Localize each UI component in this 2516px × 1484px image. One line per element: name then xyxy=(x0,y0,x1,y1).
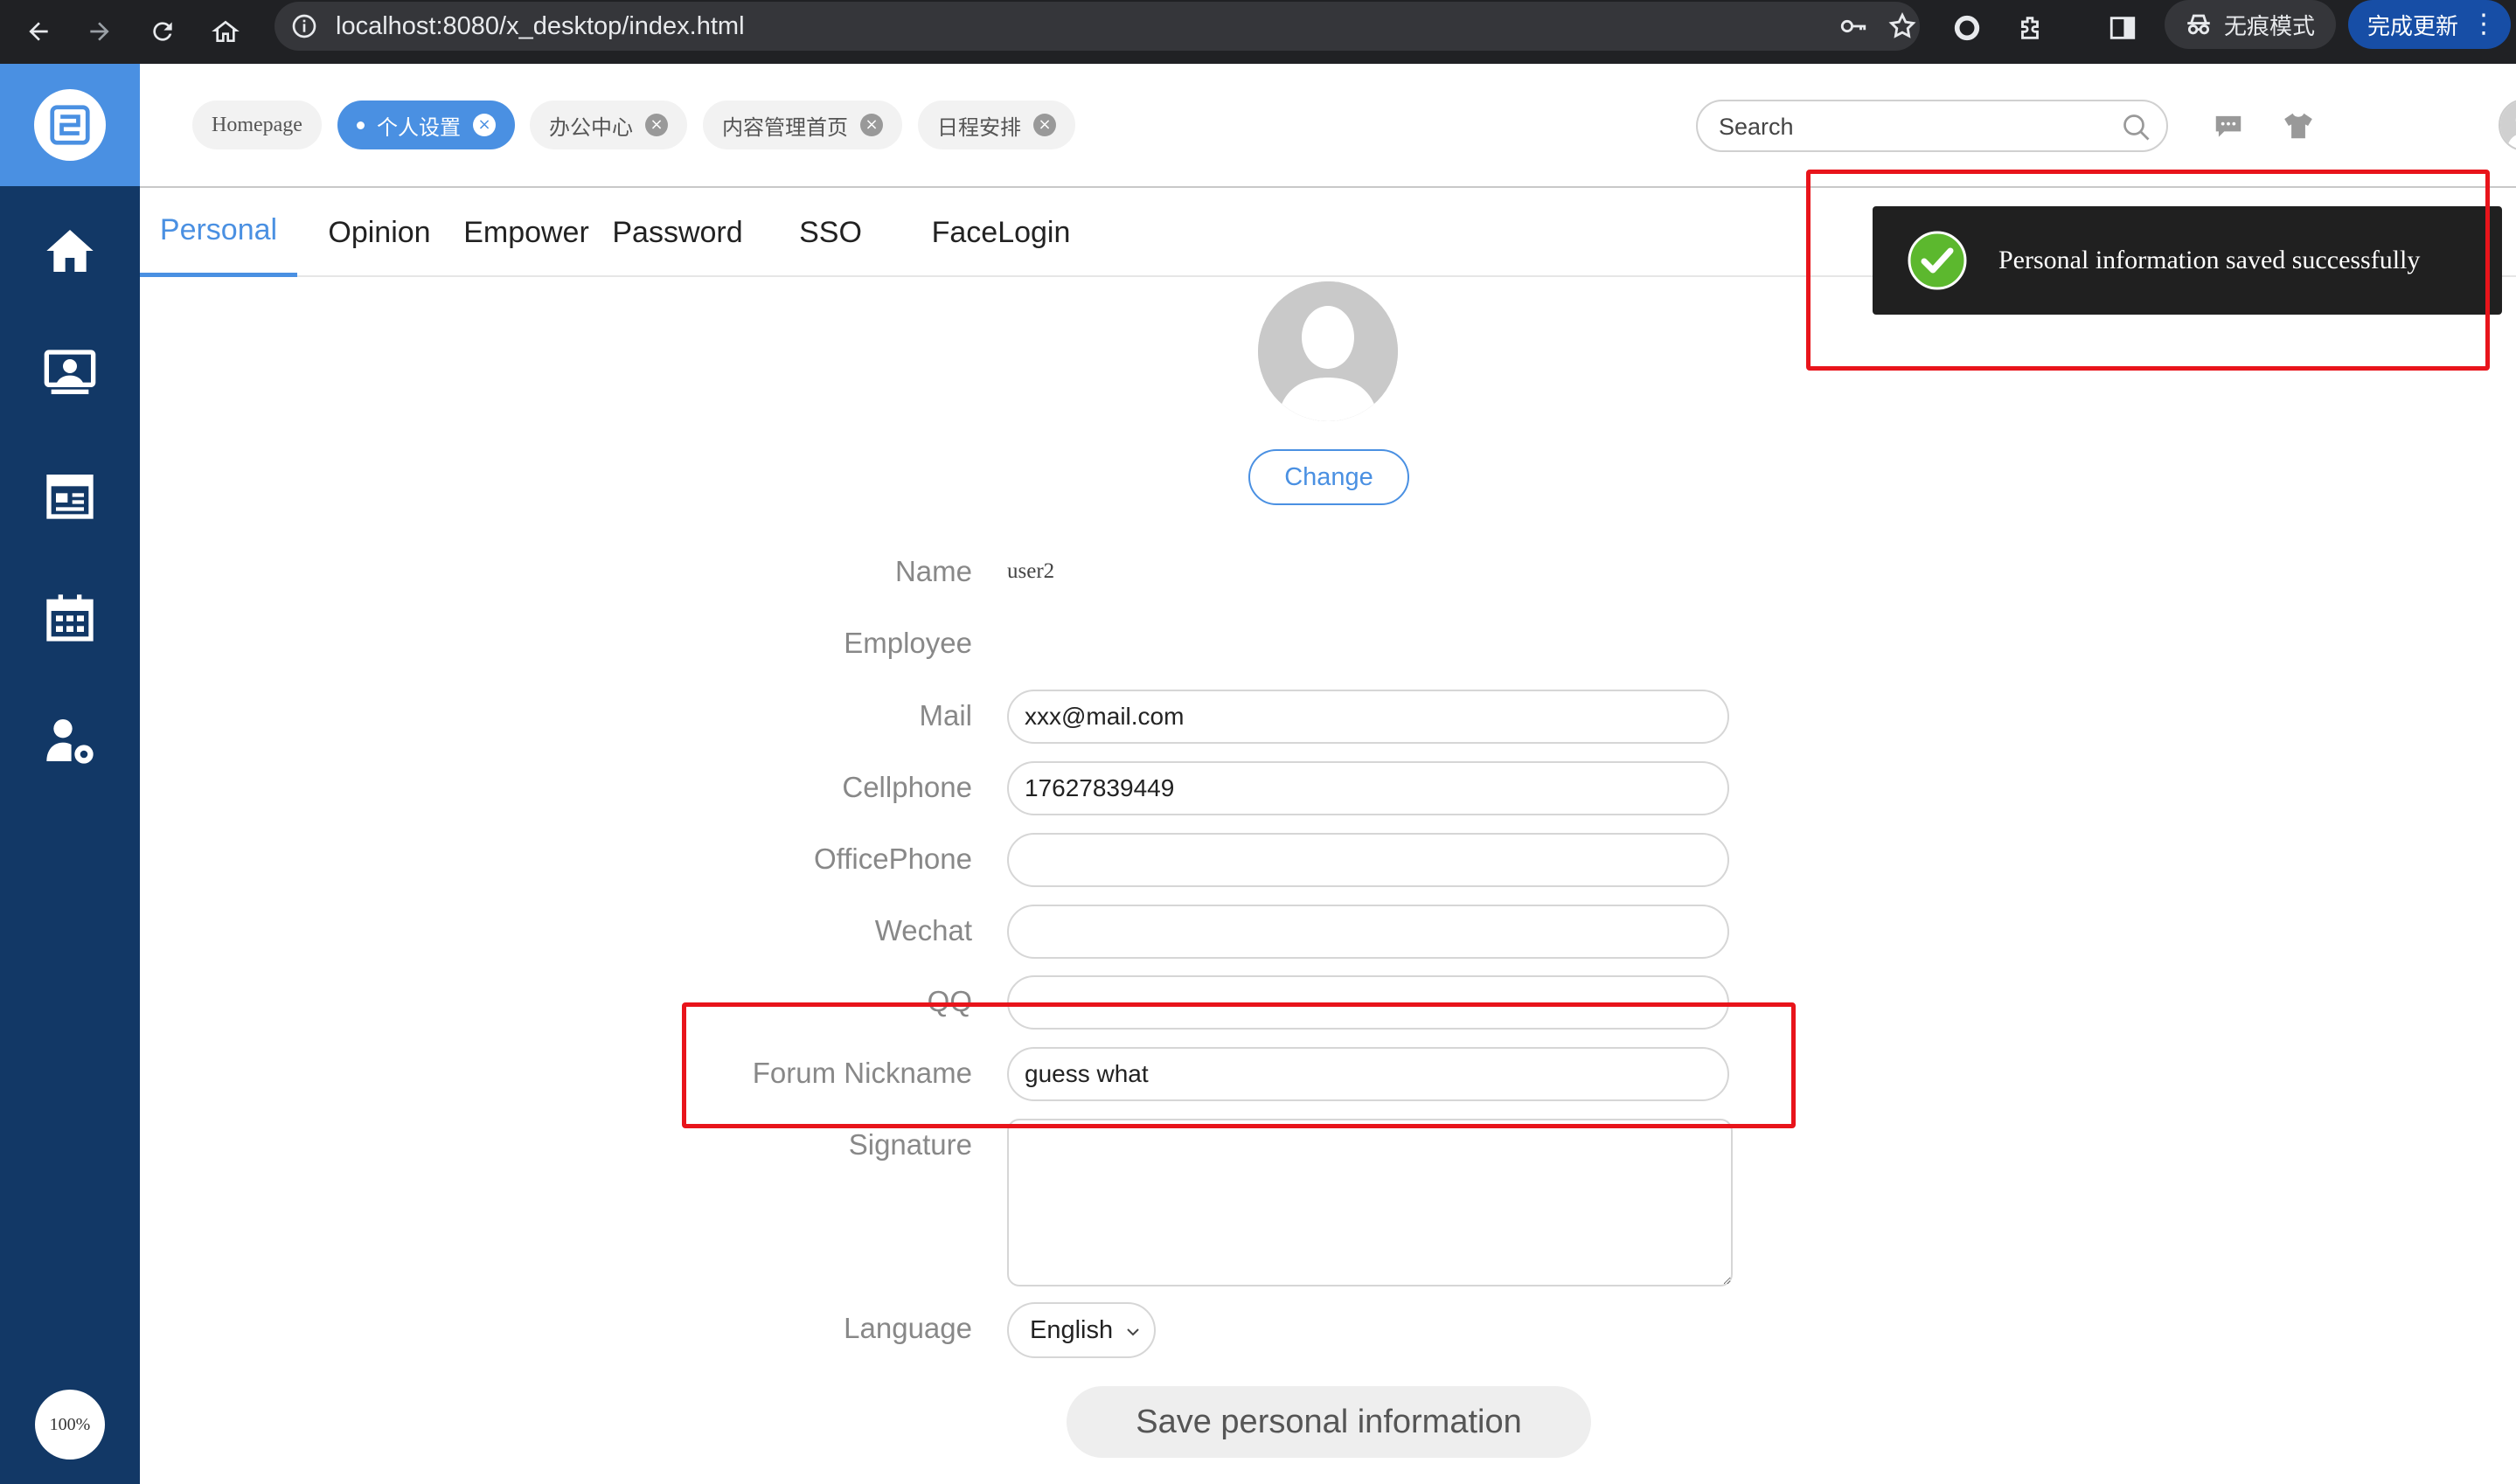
signature-field[interactable] xyxy=(1007,1119,1733,1286)
tab-empower[interactable]: Empower xyxy=(456,188,596,277)
record-icon[interactable] xyxy=(1944,5,1990,51)
tab-opinion[interactable]: Opinion xyxy=(315,188,444,277)
active-dot-icon xyxy=(357,121,365,129)
tab-chip-office-center[interactable]: 办公中心 × xyxy=(530,101,687,149)
avatar[interactable] xyxy=(2499,99,2516,151)
search-box[interactable] xyxy=(1696,100,2168,152)
incognito-indicator[interactable]: 无痕模式 xyxy=(2165,0,2336,49)
search-icon[interactable] xyxy=(2121,112,2152,143)
bookmark-star-icon[interactable] xyxy=(1880,3,1925,49)
update-button[interactable]: 完成更新 ⋮ xyxy=(2348,0,2511,49)
sidebar-item-calendar[interactable] xyxy=(0,565,140,670)
incognito-label: 无痕模式 xyxy=(2224,13,2316,40)
close-icon[interactable]: × xyxy=(860,114,883,136)
save-personal-info-button[interactable]: Save personal information xyxy=(1067,1386,1591,1458)
officephone-field[interactable] xyxy=(1007,833,1729,887)
success-check-icon xyxy=(1908,231,1967,290)
qq-field[interactable] xyxy=(1007,975,1729,1030)
app-logo[interactable] xyxy=(34,89,106,161)
sidebar-item-home[interactable] xyxy=(0,198,140,303)
o2-logo-icon xyxy=(50,105,90,145)
url-text[interactable]: localhost:8080/x_desktop/index.html xyxy=(336,9,745,44)
update-label: 完成更新 xyxy=(2367,13,2459,40)
close-icon[interactable]: × xyxy=(473,114,496,136)
presentation-user-icon xyxy=(44,350,96,394)
user-avatar-icon xyxy=(2500,101,2516,149)
close-icon[interactable]: × xyxy=(1033,114,1056,136)
tab-chip-label: 日程安排 xyxy=(937,116,1021,140)
back-icon[interactable] xyxy=(12,5,65,58)
tab-chip-label: 办公中心 xyxy=(549,116,633,140)
sidebar-item-meeting[interactable] xyxy=(0,321,140,426)
success-toast: Personal information saved successfully xyxy=(1873,206,2502,315)
cellphone-field[interactable] xyxy=(1007,761,1729,815)
user-gear-icon xyxy=(46,719,94,764)
language-label: Language xyxy=(844,1312,972,1344)
browser-toolbar: localhost:8080/x_desktop/index.html 无痕模式… xyxy=(0,0,2516,64)
address-bar[interactable]: localhost:8080/x_desktop/index.html xyxy=(275,2,1920,51)
top-header: Homepage 个人设置 × 办公中心 × 内容管理首页 × 日程安排 × u… xyxy=(140,64,2516,188)
sidebar-item-news[interactable] xyxy=(0,443,140,548)
default-avatar-icon xyxy=(1258,281,1398,421)
chevron-down-icon xyxy=(1127,1328,1139,1336)
close-icon[interactable]: × xyxy=(645,114,668,136)
more-menu-icon[interactable]: ⋮ xyxy=(2471,11,2497,38)
forum-nickname-field[interactable] xyxy=(1007,1047,1729,1101)
tab-chip-label: 内容管理首页 xyxy=(722,116,848,140)
skin-shirt-icon[interactable] xyxy=(2278,106,2318,146)
officephone-label: OfficePhone xyxy=(813,843,972,875)
calendar-icon xyxy=(46,594,94,641)
mail-field[interactable] xyxy=(1007,690,1729,744)
wechat-field[interactable] xyxy=(1007,905,1729,959)
extensions-icon[interactable] xyxy=(2007,5,2053,51)
side-panel-icon[interactable] xyxy=(2100,5,2145,51)
toast-message: Personal information saved successfully xyxy=(1998,246,2421,274)
home-icon[interactable] xyxy=(199,5,252,58)
forum-nickname-label: Forum Nickname xyxy=(752,1057,972,1089)
newspaper-icon xyxy=(46,475,94,519)
name-value: user2 xyxy=(1007,559,1055,583)
search-input[interactable] xyxy=(1719,110,2103,143)
qq-label: QQ xyxy=(927,985,972,1017)
mail-label: Mail xyxy=(919,699,972,732)
tab-chip-label: Homepage xyxy=(212,113,302,136)
wechat-label: Wechat xyxy=(874,914,972,947)
tab-chip-content-management[interactable]: 内容管理首页 × xyxy=(703,101,902,149)
signature-label: Signature xyxy=(848,1128,972,1161)
zoom-level-button[interactable]: 100% xyxy=(35,1390,105,1460)
sidebar-item-user-settings[interactable] xyxy=(0,688,140,793)
home-icon xyxy=(46,230,94,272)
tab-chip-homepage[interactable]: Homepage xyxy=(192,101,322,149)
forward-icon[interactable] xyxy=(73,5,126,58)
language-selected-value: English xyxy=(1030,1315,1114,1344)
cellphone-label: Cellphone xyxy=(842,771,972,803)
incognito-icon xyxy=(2187,14,2210,35)
employee-label: Employee xyxy=(844,627,972,659)
app-logo-area[interactable] xyxy=(0,64,140,186)
tab-chip-schedule[interactable]: 日程安排 × xyxy=(918,101,1075,149)
password-key-icon[interactable] xyxy=(1831,3,1876,49)
name-label: Name xyxy=(894,555,972,587)
reload-icon[interactable] xyxy=(136,5,189,58)
language-select[interactable]: English xyxy=(1007,1302,1156,1358)
tab-password[interactable]: Password xyxy=(605,188,750,277)
profile-avatar xyxy=(1258,281,1398,421)
app-sidebar: 100% xyxy=(0,64,140,1484)
change-avatar-button[interactable]: Change xyxy=(1248,449,1409,505)
tab-personal[interactable]: Personal xyxy=(140,188,297,277)
tab-chip-personal-settings[interactable]: 个人设置 × xyxy=(337,101,515,149)
message-icon[interactable] xyxy=(2208,106,2248,146)
tab-chip-label: 个人设置 xyxy=(377,116,461,140)
tab-facelogin[interactable]: FaceLogin xyxy=(918,188,1084,277)
site-info-icon[interactable] xyxy=(290,12,318,40)
tab-sso[interactable]: SSO xyxy=(787,188,874,277)
